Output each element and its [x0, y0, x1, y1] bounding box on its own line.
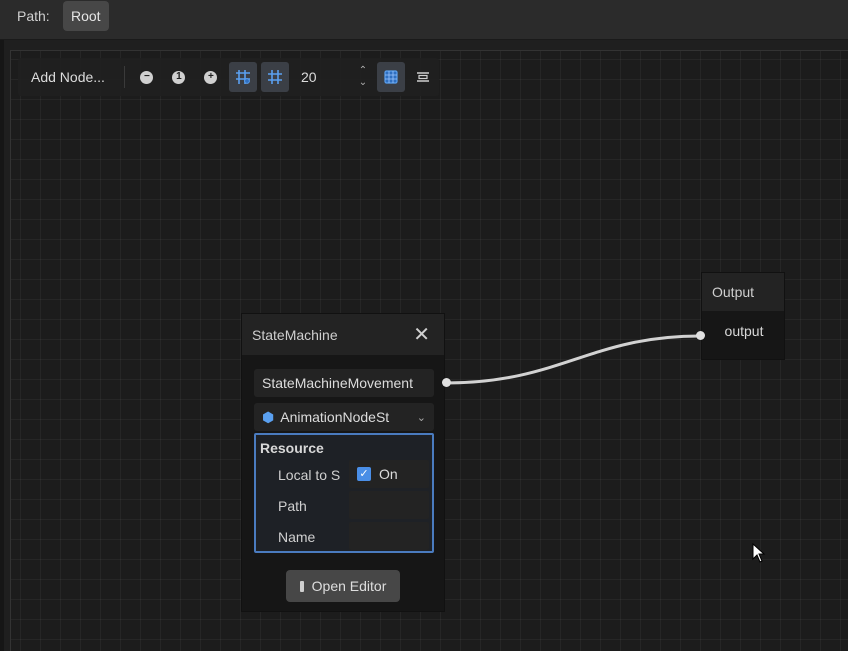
snap-icon	[267, 70, 282, 84]
open-editor-button[interactable]: Open Editor	[286, 570, 400, 602]
resource-section-header[interactable]: Resource	[260, 440, 324, 456]
local-to-scene-value: On	[379, 466, 398, 482]
chevron-down-icon[interactable]: ⌄	[417, 411, 426, 424]
path-label: Path:	[17, 8, 50, 24]
arrange-nodes-button[interactable]	[409, 62, 437, 92]
grid-icon	[235, 70, 250, 84]
resource-type-label: AnimationNodeSt	[280, 409, 390, 425]
open-editor-label: Open Editor	[311, 578, 387, 594]
output-node[interactable]: Output output	[701, 272, 785, 360]
node-title-bar[interactable]: StateMachine ✕	[242, 314, 444, 355]
local-to-scene-checkbox[interactable]: ✓ On	[349, 460, 429, 488]
name-prop-label: Name	[278, 529, 316, 545]
minimap-button[interactable]	[376, 62, 405, 92]
add-node-button[interactable]: Add Node...	[18, 58, 118, 96]
path-prop-label: Path	[278, 498, 307, 514]
close-icon[interactable]: ✕	[413, 325, 430, 345]
node-name-field[interactable]: StateMachineMovement	[254, 369, 434, 397]
graph-toolbar: Add Node... − 1 + 20 ⌃ ⌄	[18, 58, 439, 96]
left-panel-edge	[0, 0, 4, 651]
statemachine-output-port[interactable]	[442, 378, 451, 387]
minimap-icon	[384, 70, 398, 84]
resource-picker[interactable]: ⬢ AnimationNodeSt ⌄	[254, 403, 434, 431]
arrange-icon	[416, 72, 429, 82]
output-title-bar[interactable]: Output	[702, 273, 784, 311]
statemachine-node[interactable]: StateMachine ✕ StateMachineMovement ⬢ An…	[241, 313, 445, 612]
name-prop-field[interactable]	[349, 522, 429, 550]
output-port-label: output	[724, 323, 764, 339]
editor-icon	[299, 580, 304, 592]
toolbar-divider	[123, 66, 125, 88]
zoom-reset-button[interactable]: 1	[165, 62, 193, 92]
zoom-in-button[interactable]: +	[197, 62, 225, 92]
toggle-grid-button[interactable]	[228, 62, 257, 92]
spin-arrows-icon[interactable]: ⌃ ⌄	[353, 62, 373, 92]
snap-distance-value: 20	[300, 69, 317, 85]
local-to-scene-label: Local to S	[278, 467, 341, 483]
zoom-out-icon: −	[140, 70, 154, 84]
zoom-out-button[interactable]: −	[133, 62, 161, 92]
zoom-reset-icon: 1	[172, 70, 186, 84]
zoom-in-icon: +	[204, 70, 218, 84]
node-title: StateMachine	[252, 326, 338, 343]
resource-inspector: Resource Local to S ✓ On Path Name	[254, 433, 434, 553]
mouse-cursor-icon	[752, 543, 766, 563]
snap-grid-button[interactable]	[260, 62, 289, 92]
checkmark-icon: ✓	[357, 467, 371, 481]
output-input-port[interactable]	[696, 331, 705, 340]
path-bar: Path: Root	[0, 0, 848, 40]
cube-icon: ⬢	[262, 408, 275, 425]
path-root-button[interactable]: Root	[63, 1, 109, 31]
snap-distance-spinbox[interactable]: 20 ⌃ ⌄	[293, 62, 373, 92]
output-title: Output	[712, 284, 755, 300]
path-prop-field[interactable]	[349, 491, 429, 519]
